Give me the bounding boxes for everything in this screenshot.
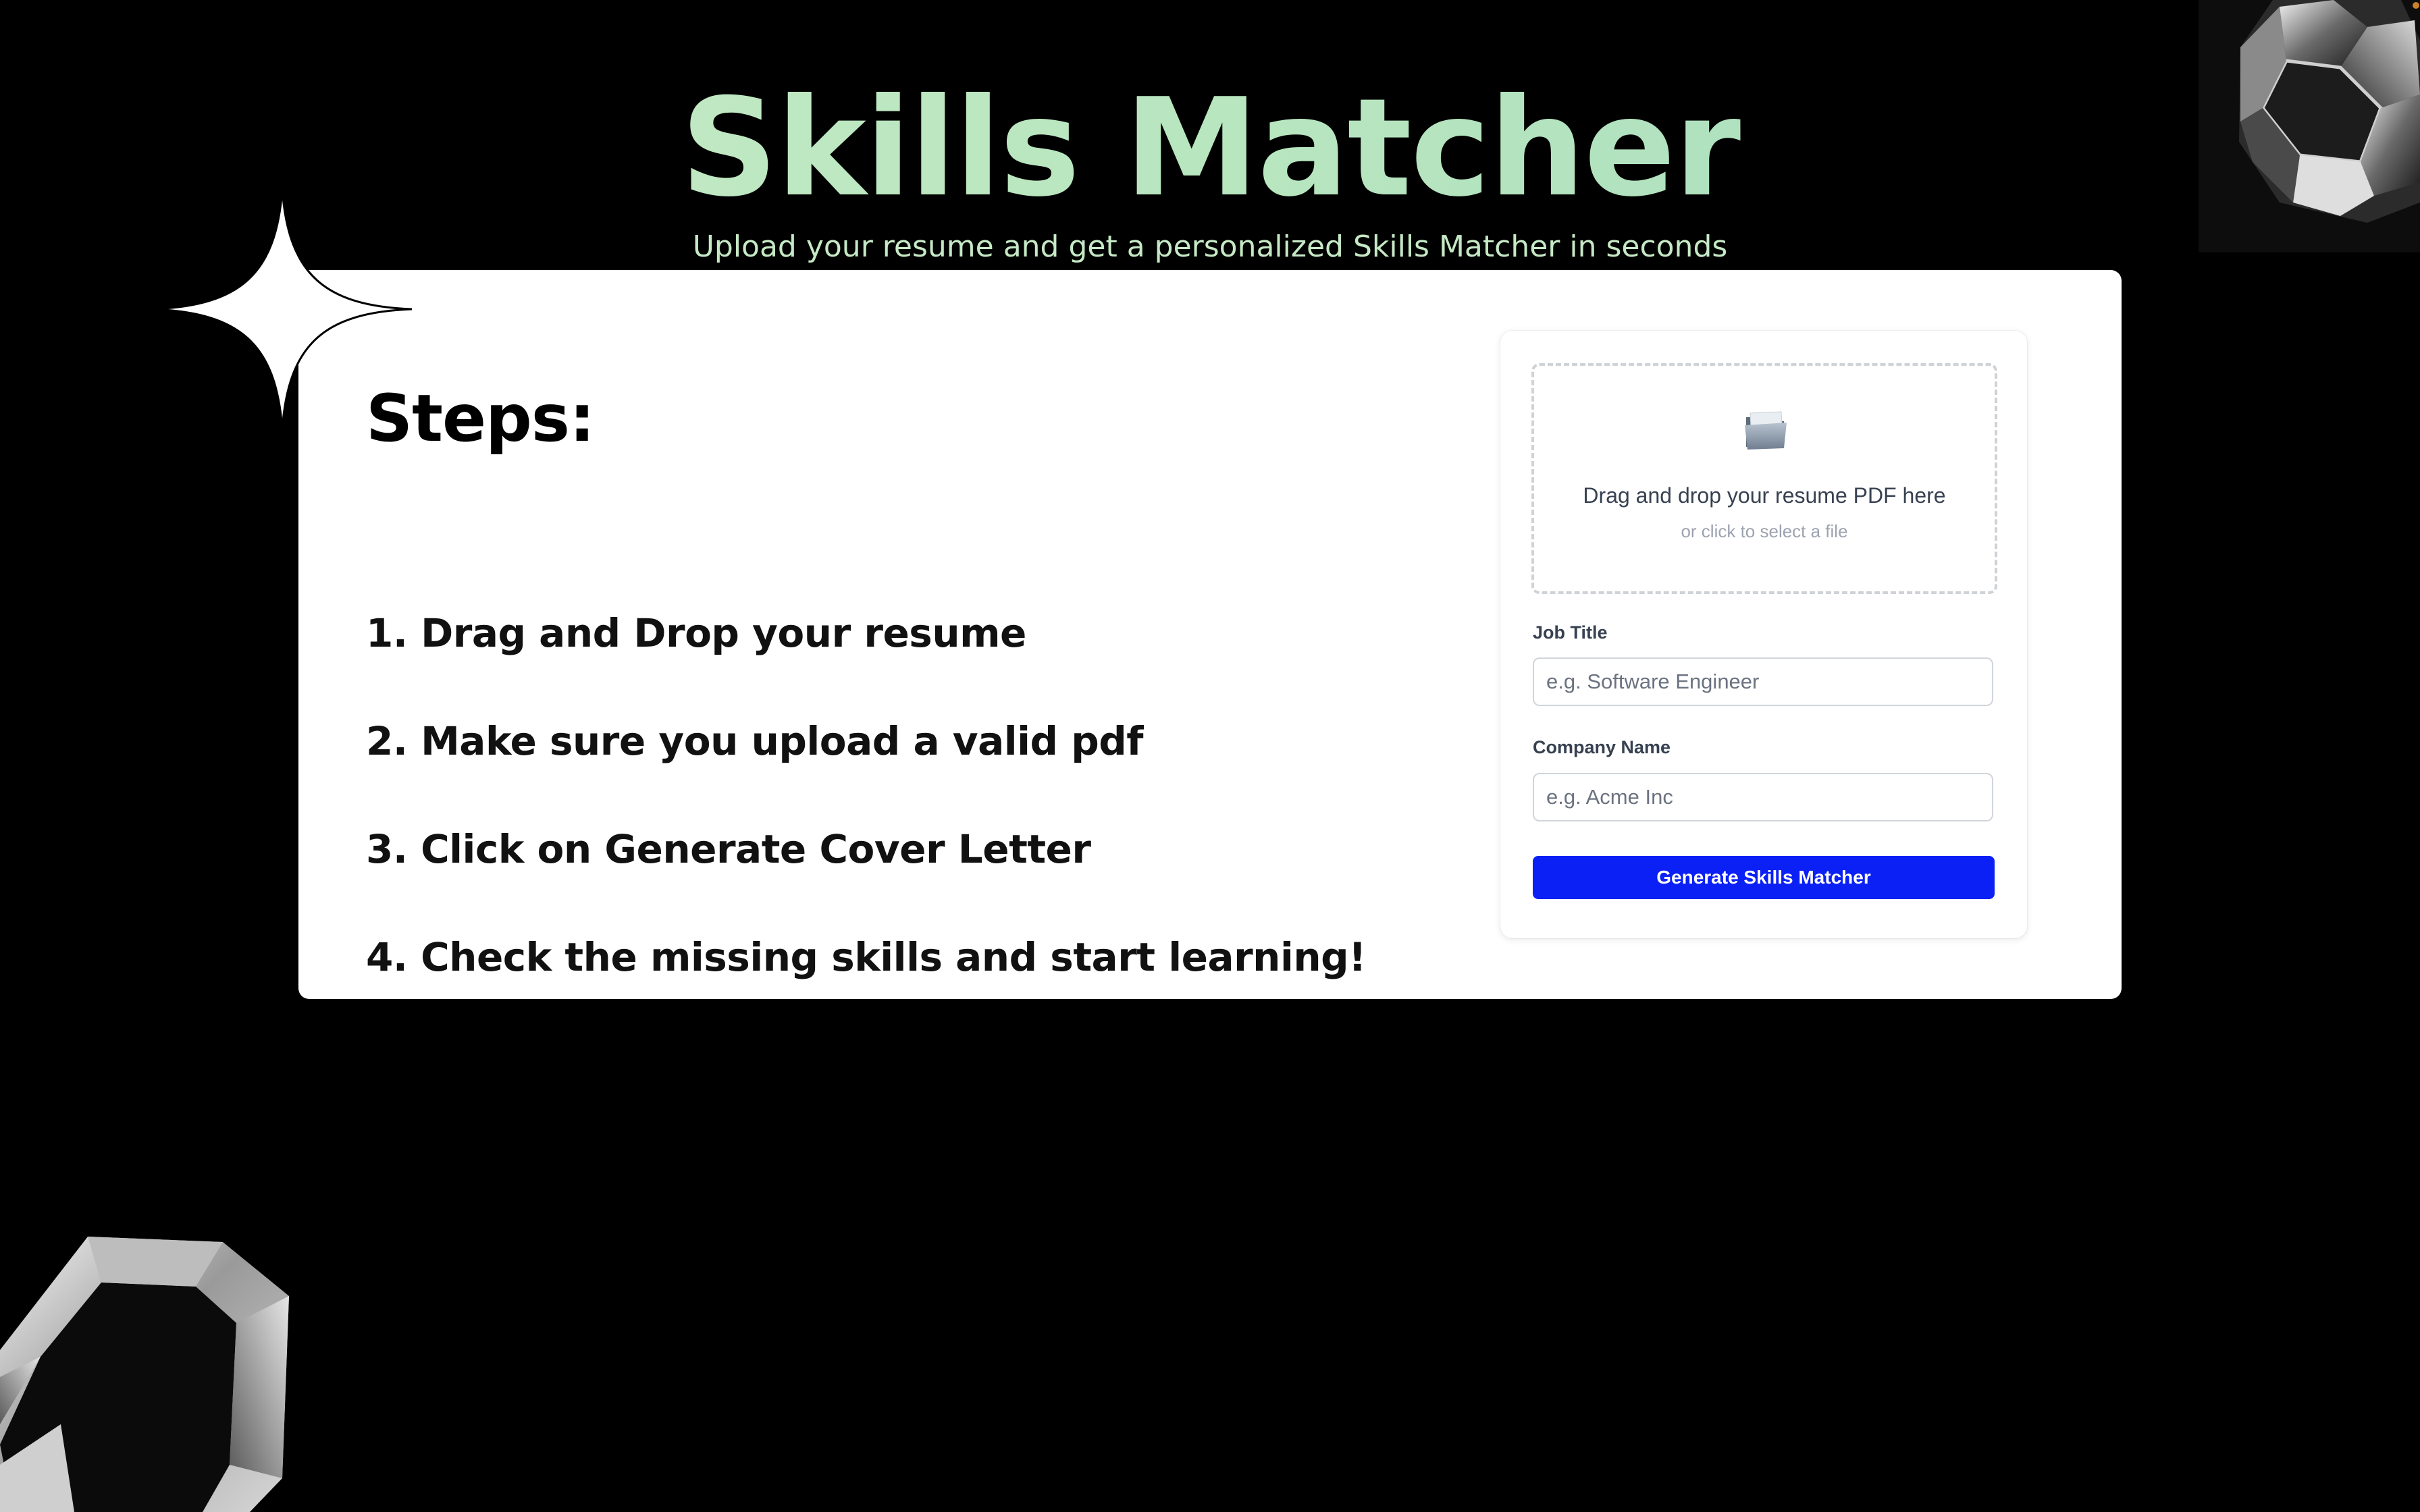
dropzone-primary-text: Drag and drop your resume PDF here [1583,483,1946,508]
steps-heading: Steps: [366,381,595,456]
page: Skills Matcher Upload your resume and ge… [0,0,2420,1512]
step-item-1: 1. Drag and Drop your resume [366,610,1026,656]
job-title-label: Job Title [1533,622,1608,643]
generate-skills-matcher-button[interactable]: Generate Skills Matcher [1533,856,1995,899]
step-item-2: 2. Make sure you upload a valid pdf [366,718,1143,764]
dropzone-secondary-text: or click to select a file [1681,521,1848,541]
decorative-glass-hexagon [0,1222,297,1512]
resume-form: Drag and drop your resume PDF here or cl… [1500,331,2027,938]
job-title-input[interactable] [1533,657,1993,706]
resume-dropzone[interactable]: Drag and drop your resume PDF here or cl… [1531,363,1997,594]
company-name-input[interactable] [1533,773,1993,821]
folder-icon [1745,411,1787,450]
steps-section: Steps: 1. Drag and Drop your resume 2. M… [366,378,1649,980]
step-item-3: 3. Click on Generate Cover Letter [366,826,1091,872]
step-item-4: 4. Check the missing skills and start le… [366,934,1367,980]
main-card: Steps: 1. Drag and Drop your resume 2. M… [298,270,2122,999]
sparkle-star-icon [152,188,413,430]
company-name-label: Company Name [1533,737,1671,757]
glass-hexagon-icon [0,1237,289,1512]
